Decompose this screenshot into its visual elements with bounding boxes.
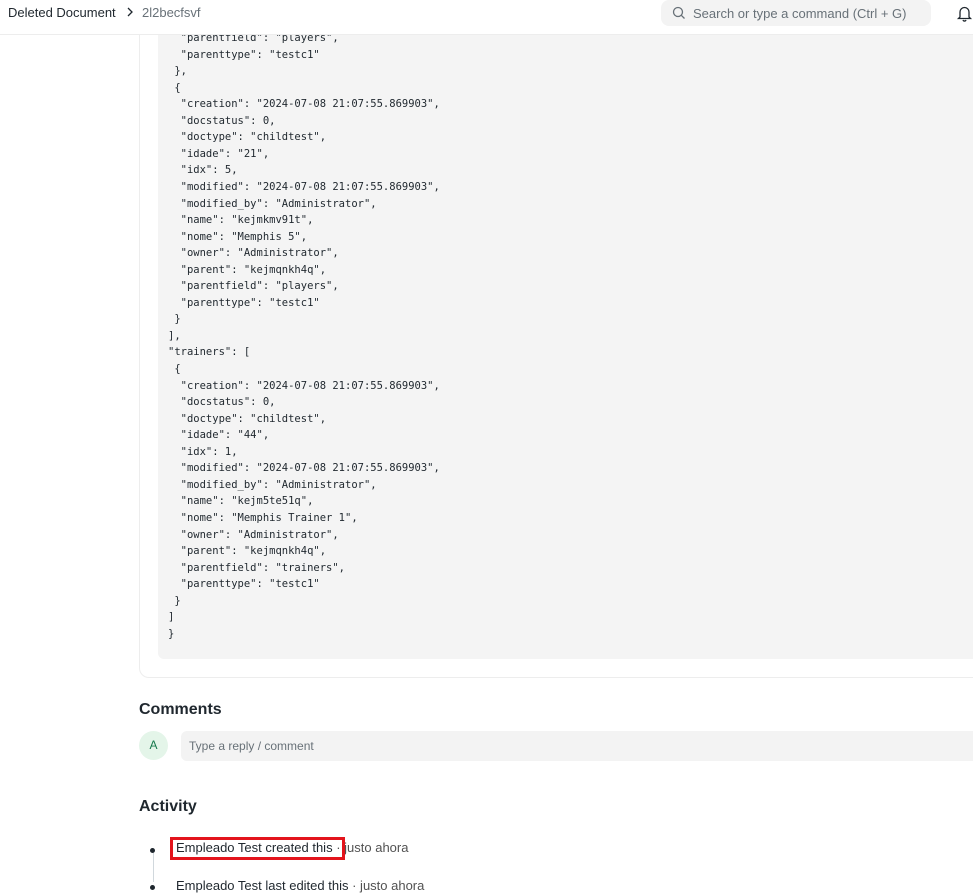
comments-heading: Comments <box>139 701 222 718</box>
code-line: "doctype": "childtest", <box>168 131 327 144</box>
search-input[interactable] <box>693 0 923 26</box>
timeline-line <box>153 852 154 882</box>
top-navbar: Deleted Document 2l2becfsvf <box>0 0 973 35</box>
avatar: A <box>139 731 168 760</box>
code-line: "modified": "2024-07-08 21:07:55.869903"… <box>168 462 440 475</box>
timeline-bullet <box>150 848 155 853</box>
highlight-box <box>170 837 345 860</box>
code-line: "parent": "kejmqnkh4q", <box>168 263 327 276</box>
code-line: "idx": 1, <box>168 445 238 458</box>
code-line: "nome": "Memphis Trainer 1", <box>168 511 358 524</box>
code-line: } <box>168 313 181 326</box>
code-line: "modified_by": "Administrator", <box>168 197 377 210</box>
code-line: "parenttype": "testc1" <box>168 296 320 309</box>
activity-heading: Activity <box>139 798 197 815</box>
breadcrumb-doctype[interactable]: Deleted Document <box>8 6 116 20</box>
awesomebar-search[interactable] <box>661 0 931 26</box>
code-line: "parenttype": "testc1" <box>168 48 320 61</box>
code-line: "parentfield": "trainers", <box>168 561 346 574</box>
code-line: "idade": "44", <box>168 429 270 442</box>
code-line: "owner": "Administrator", <box>168 247 339 260</box>
code-line: "nome": "Memphis 5", <box>168 230 308 243</box>
timeline-bullet <box>150 885 155 890</box>
code-line: { <box>168 363 181 375</box>
code-line: "doctype": "childtest", <box>168 412 327 425</box>
code-block: "parentfield": "players", "parenttype": … <box>158 0 973 659</box>
code-line: ], <box>168 329 181 342</box>
code-line: "idx": 5, <box>168 164 238 177</box>
code-line: } <box>168 627 175 640</box>
activity-time: · justo ahora <box>336 840 409 855</box>
code-line: } <box>168 594 181 607</box>
code-line: { <box>168 81 181 94</box>
bell-icon[interactable] <box>956 5 973 22</box>
code-line: "parenttype": "testc1" <box>168 578 320 591</box>
code-line: "creation": "2024-07-08 21:07:55.869903"… <box>168 98 440 111</box>
code-line: "parent": "kejmqnkh4q", <box>168 545 327 558</box>
code-line: "modified_by": "Administrator", <box>168 478 377 491</box>
code-line: }, <box>168 65 187 78</box>
code-line: "owner": "Administrator", <box>168 528 339 541</box>
code-line: "trainers": [ <box>168 346 251 359</box>
code-line: "docstatus": 0, <box>168 114 276 127</box>
code-line: "docstatus": 0, <box>168 396 276 409</box>
code-line: "creation": "2024-07-08 21:07:55.869903"… <box>168 379 440 392</box>
code-line: "idade": "21", <box>168 147 270 160</box>
search-icon <box>672 6 685 19</box>
code-line: ] <box>168 611 175 624</box>
breadcrumb-docname[interactable]: 2l2becfsvf <box>142 6 201 20</box>
code-line: "name": "kejm5te51q", <box>168 495 314 508</box>
code-line: "name": "kejmkmv91t", <box>168 214 314 227</box>
comment-input[interactable] <box>181 731 973 761</box>
code-line: "parentfield": "players", <box>168 280 339 293</box>
code-line: "modified": "2024-07-08 21:07:55.869903"… <box>168 180 440 193</box>
chevron-right-icon <box>127 7 133 17</box>
